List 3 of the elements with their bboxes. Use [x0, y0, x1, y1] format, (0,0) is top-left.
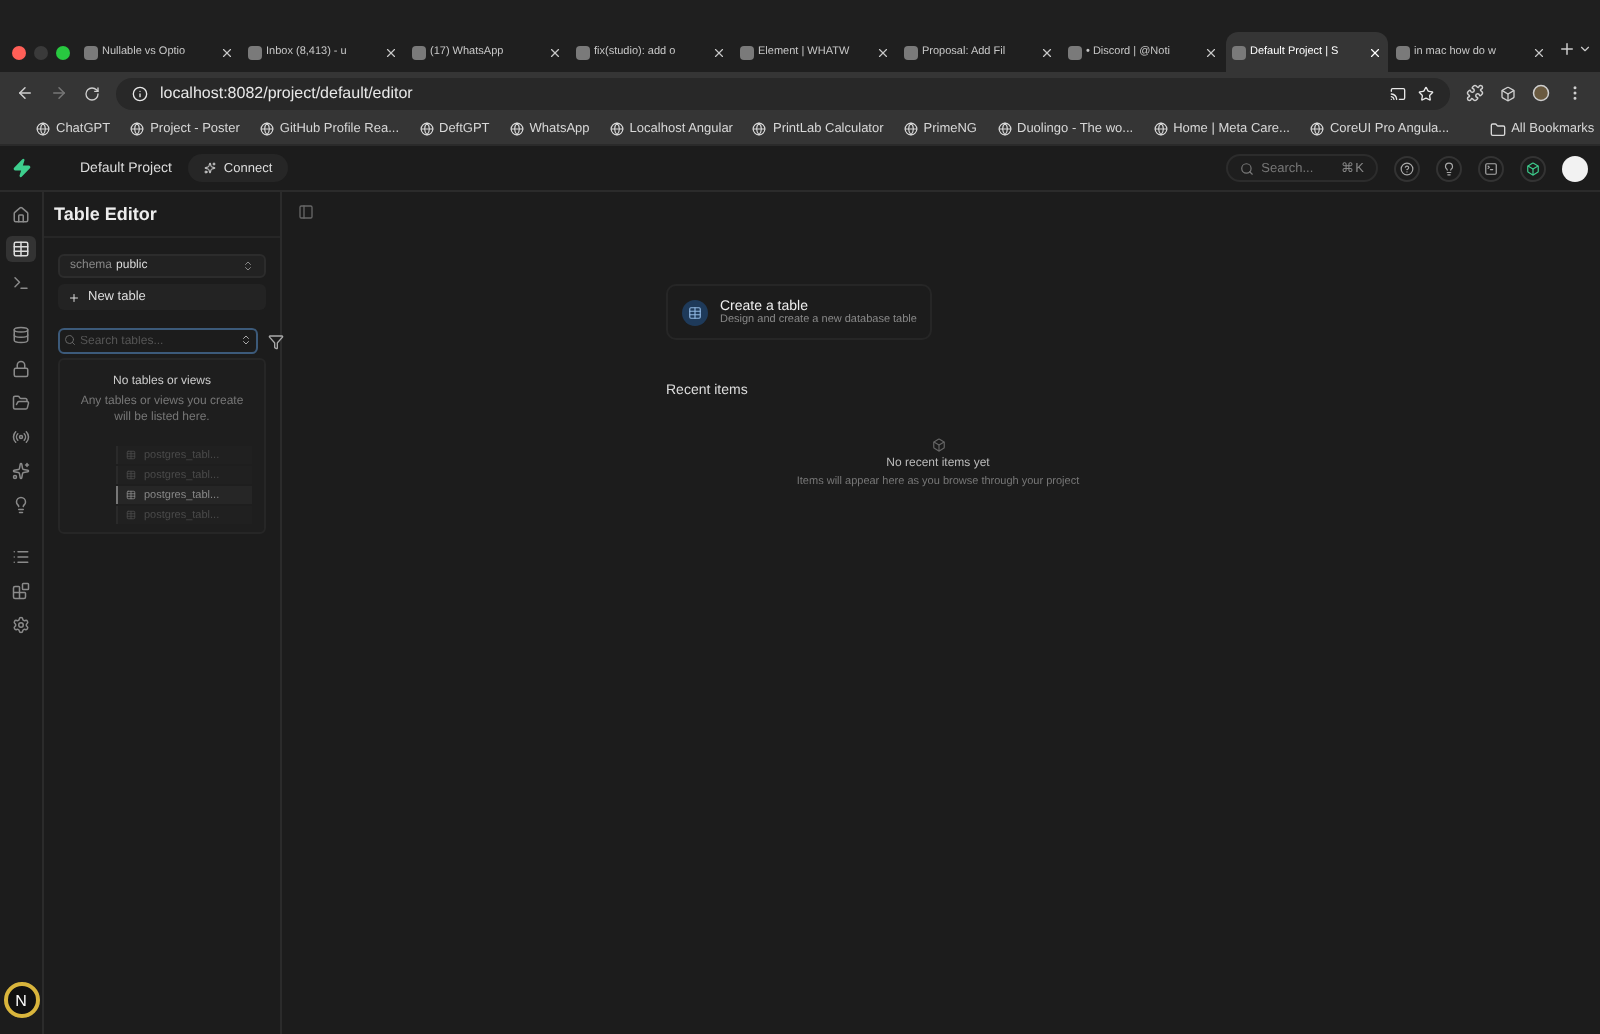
address-bar[interactable]: localhost:8082/project/default/editor: [116, 77, 1450, 109]
panel-title: Table Editor: [54, 204, 157, 224]
user-avatar[interactable]: N: [3, 982, 39, 1018]
